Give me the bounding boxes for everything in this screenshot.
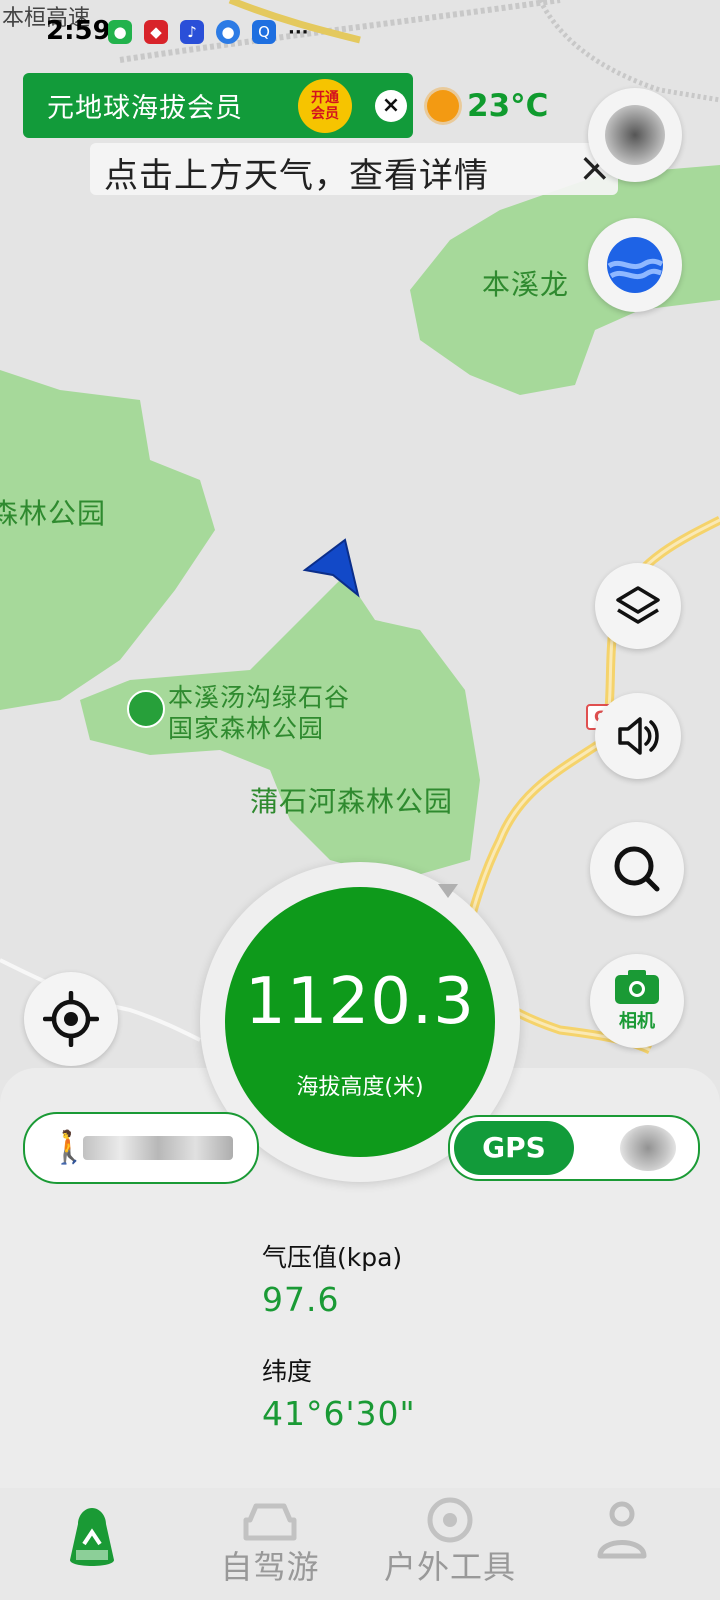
nav-item-self-drive[interactable]: 自驾游 xyxy=(180,1488,360,1600)
location-arrow xyxy=(302,538,360,598)
vip-banner-text[interactable]: 元地球海拔会员 xyxy=(47,86,243,125)
search-button[interactable] xyxy=(590,822,684,916)
gps-toggle-label[interactable]: GPS xyxy=(454,1121,574,1175)
car-icon xyxy=(243,1503,297,1541)
home-mountain-icon xyxy=(70,1508,114,1566)
search-icon xyxy=(614,846,660,892)
altitude-gauge-face: 1120.3 海拔高度(米) xyxy=(225,887,495,1157)
park-area-left xyxy=(0,370,215,710)
locate-button[interactable] xyxy=(24,972,118,1066)
search-app-icon: Q xyxy=(252,20,276,44)
pressure-value: 97.6 xyxy=(262,1280,340,1319)
walk-mode-pill[interactable]: 🚶 xyxy=(23,1112,259,1184)
app-red-icon: ◆ xyxy=(144,20,168,44)
layers-button[interactable] xyxy=(595,563,681,649)
poi-tree-icon[interactable] xyxy=(127,690,165,728)
map-label-poi-line2[interactable]: 国家森林公园 xyxy=(168,709,324,745)
camera-icon xyxy=(615,970,659,1004)
compass-tool-icon xyxy=(427,1497,473,1543)
map-label-forest-park-left: 森林公园 xyxy=(0,497,107,530)
avatar xyxy=(605,105,665,165)
nav-item-home[interactable] xyxy=(0,1488,180,1600)
crosshair-icon xyxy=(43,991,99,1047)
latitude-label: 纬度 xyxy=(262,1357,313,1386)
weather-tip-banner[interactable]: 点击上方天气，查看详情 × xyxy=(90,143,618,196)
vip-close-button[interactable]: × xyxy=(375,90,407,122)
blurred-satellite-icon xyxy=(620,1125,676,1171)
music-icon: ♪ xyxy=(180,20,204,44)
profile-person-icon xyxy=(597,1501,647,1559)
weather-tip-text: 点击上方天气，查看详情 xyxy=(104,156,489,196)
temperature[interactable]: 23°C xyxy=(467,88,548,124)
avatar-button[interactable] xyxy=(588,88,682,182)
blurred-speed-text xyxy=(83,1136,233,1160)
nav-item-profile[interactable] xyxy=(540,1488,720,1600)
status-icons: ● ◆ ♪ ● Q ··· xyxy=(108,20,309,44)
gps-toggle[interactable]: GPS xyxy=(448,1115,700,1181)
layers-icon xyxy=(616,586,660,624)
nav-label-self-drive: 自驾游 xyxy=(220,1548,320,1586)
more-notifications: ··· xyxy=(288,21,309,43)
sun-icon xyxy=(427,90,459,122)
gauge-pointer-icon xyxy=(438,884,458,898)
map-label-pushihe: 蒲石河森林公园 xyxy=(250,785,454,818)
nav-item-outdoor-tools[interactable]: 户外工具 xyxy=(360,1488,540,1600)
status-time: 2:59 xyxy=(46,16,111,46)
bottom-nav: 自驾游 户外工具 xyxy=(0,1488,720,1600)
pressure-label: 气压值(kpa) xyxy=(262,1243,403,1272)
altitude-label: 海拔高度(米) xyxy=(296,1075,424,1100)
camera-label: 相机 xyxy=(619,1011,655,1032)
vip-open-badge[interactable]: 开通会员 xyxy=(298,79,352,133)
vip-banner[interactable]: 元地球海拔会员 开通会员 × xyxy=(23,73,413,138)
browser-icon: ● xyxy=(216,20,240,44)
speaker-icon xyxy=(618,717,659,755)
sound-button[interactable] xyxy=(595,693,681,779)
earth-globe-icon xyxy=(607,237,664,293)
latitude-value: 41°6'30" xyxy=(262,1394,416,1433)
wechat-icon: ● xyxy=(108,20,132,44)
camera-button[interactable]: 相机 xyxy=(590,954,684,1048)
nav-label-outdoor-tools: 户外工具 xyxy=(383,1548,516,1586)
weather-widget[interactable]: 23°C xyxy=(427,88,548,124)
map-label-benxi-long: 本溪龙 xyxy=(482,268,570,301)
earth-button[interactable] xyxy=(588,218,682,312)
altitude-value: 1120.3 xyxy=(245,965,475,1039)
